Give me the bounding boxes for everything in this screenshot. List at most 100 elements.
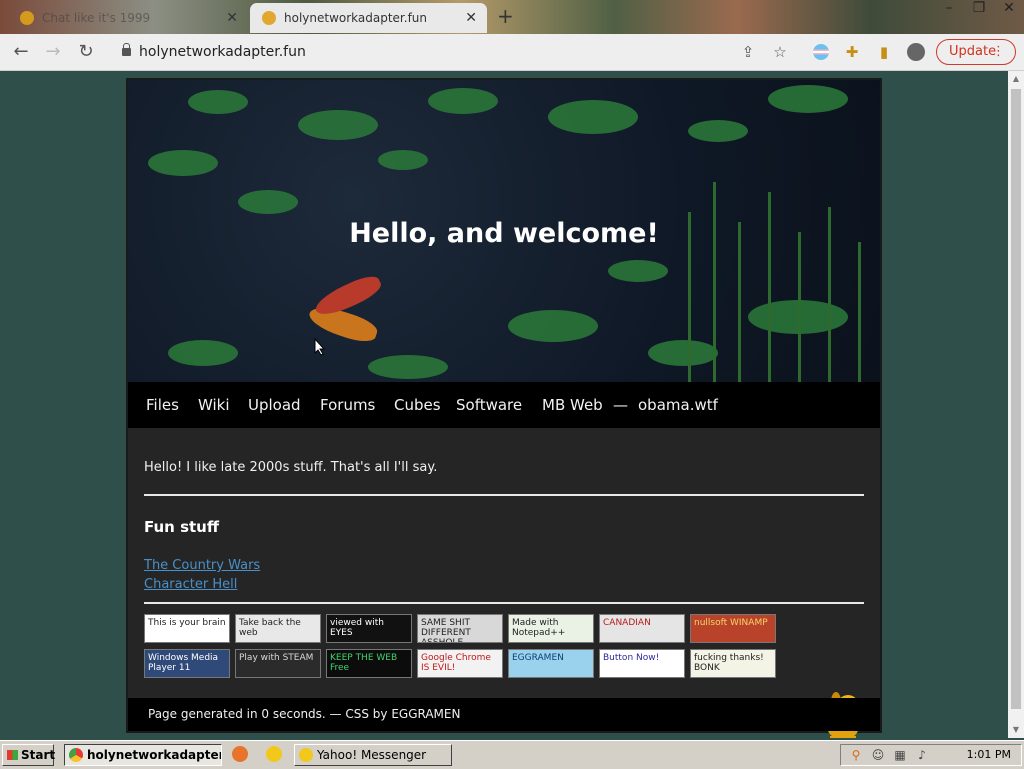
address-bar[interactable]: holynetworkadapter.fun xyxy=(110,39,910,65)
badge-button[interactable]: This is your brain xyxy=(144,614,230,643)
link-character-hell[interactable]: Character Hell xyxy=(144,577,237,592)
tab-title: Chat like it's 1999 xyxy=(42,11,151,25)
main-content: Hello! I like late 2000s stuff. That's a… xyxy=(128,428,880,738)
lily-pad xyxy=(548,100,638,134)
back-arrow-icon[interactable]: ← xyxy=(10,41,32,63)
scroll-up-icon[interactable]: ▲ xyxy=(1008,71,1024,87)
url-text: holynetworkadapter.fun xyxy=(139,44,306,60)
side-panel-icon[interactable]: ▮ xyxy=(874,42,894,62)
bookmark-star-icon[interactable]: ☆ xyxy=(770,42,790,62)
messenger-quicklaunch-icon[interactable] xyxy=(266,746,282,762)
badge-button[interactable]: nullsoft WINAMP xyxy=(690,614,776,643)
reed xyxy=(858,242,861,382)
maximize-icon[interactable]: ❐ xyxy=(964,0,994,18)
nav-forums[interactable]: Forums xyxy=(320,382,375,428)
scroll-down-icon[interactable]: ▼ xyxy=(1008,722,1024,738)
lily-pad xyxy=(508,310,598,342)
profile-flag-icon[interactable] xyxy=(811,42,831,62)
badge-button[interactable]: KEEP THE WEB Free xyxy=(326,649,412,678)
network-icon[interactable]: ▦ xyxy=(893,748,907,762)
close-window-icon[interactable]: ✕ xyxy=(994,0,1024,18)
messenger-tray-icon[interactable]: ☺ xyxy=(871,748,885,762)
nav-software[interactable]: Software xyxy=(456,382,522,428)
badge-button[interactable]: Google Chrome IS EVIL! xyxy=(417,649,503,678)
lily-pad xyxy=(298,110,378,140)
badge-button[interactable]: Play with STEAM xyxy=(235,649,321,678)
lily-pad xyxy=(238,190,298,214)
extensions-icon[interactable]: ✚ xyxy=(842,42,862,62)
taskbar: Start holynetworkadapter.f... Yahoo! Mes… xyxy=(0,740,1024,769)
update-label: Update xyxy=(949,44,997,59)
badge-button[interactable]: Windows Media Player 11 xyxy=(144,649,230,678)
badge-button[interactable]: fucking thanks! BONK xyxy=(690,649,776,678)
intro-text: Hello! I like late 2000s stuff. That's a… xyxy=(144,460,438,475)
firefox-icon[interactable] xyxy=(232,746,248,762)
system-tray: ⚲ ☺ ▦ ♪ 1:01 PM xyxy=(840,744,1022,766)
page-viewport: Hello, and welcome! Files Wiki Upload Fo… xyxy=(0,71,1008,738)
nav-obama-wtf[interactable]: obama.wtf xyxy=(638,382,718,428)
chrome-icon xyxy=(69,748,83,762)
close-tab-icon[interactable]: ✕ xyxy=(465,3,477,33)
browser-tab-bar: Chat like it's 1999 ✕ holynetworkadapter… xyxy=(0,0,1024,34)
lily-pad xyxy=(428,88,498,114)
taskbar-item-browser[interactable]: holynetworkadapter.f... xyxy=(64,744,222,766)
divider xyxy=(144,602,864,604)
window-controls: – ❐ ✕ xyxy=(934,0,1024,18)
badge-button[interactable]: Take back the web xyxy=(235,614,321,643)
site-footer: Page generated in 0 seconds. — CSS by EG… xyxy=(128,698,880,731)
nav-cubes[interactable]: Cubes xyxy=(394,382,441,428)
yahoo-smiley-icon xyxy=(299,748,313,762)
scroll-thumb[interactable] xyxy=(1011,89,1021,709)
page-scrollbar[interactable]: ▲ ▼ xyxy=(1008,71,1024,738)
tab-chat-like-1999[interactable]: Chat like it's 1999 ✕ xyxy=(8,3,248,33)
nav-separator: — xyxy=(613,396,628,414)
start-button[interactable]: Start xyxy=(2,744,56,766)
badge-button[interactable]: viewed with EYES xyxy=(326,614,412,643)
volume-icon[interactable]: ♪ xyxy=(915,748,929,762)
nav-wiki[interactable]: Wiki xyxy=(198,382,230,428)
lily-pad xyxy=(378,150,428,170)
reload-icon[interactable]: ↻ xyxy=(75,41,97,63)
site-container: Hello, and welcome! Files Wiki Upload Fo… xyxy=(126,78,882,738)
lock-icon xyxy=(122,43,131,56)
browser-toolbar: ← → ↻ holynetworkadapter.fun ⇪ ☆ ✚ ▮ Upd… xyxy=(0,34,1024,71)
clock: 1:01 PM xyxy=(966,748,1011,761)
start-label: Start xyxy=(21,748,56,762)
lily-pad xyxy=(148,150,218,176)
search-icon[interactable]: ⚲ xyxy=(849,748,863,762)
share-icon[interactable]: ⇪ xyxy=(738,42,758,62)
minimize-icon[interactable]: – xyxy=(934,0,964,18)
favicon-icon xyxy=(20,11,34,25)
footer-text: Page generated in 0 seconds. — CSS by EG… xyxy=(148,707,461,721)
taskbar-item-yahoo-messenger[interactable]: Yahoo! Messenger xyxy=(294,744,452,766)
mouse-cursor-icon xyxy=(314,338,326,356)
lily-pad xyxy=(688,120,748,142)
lily-pad xyxy=(168,340,238,366)
hero-banner: Hello, and welcome! xyxy=(128,80,880,382)
badge-button[interactable]: SAME SHIT DIFFERENT ASSHOLE xyxy=(417,614,503,643)
lily-pad xyxy=(368,355,448,379)
tab-title: holynetworkadapter.fun xyxy=(284,11,428,25)
lily-pad xyxy=(608,260,668,282)
divider xyxy=(144,494,864,496)
badge-button[interactable]: CANADIAN xyxy=(599,614,685,643)
badge-button[interactable]: EGGRAMEN xyxy=(508,649,594,678)
forward-arrow-icon[interactable]: → xyxy=(42,41,64,63)
update-button[interactable]: Update ⋮ xyxy=(936,39,1016,65)
lily-pad xyxy=(768,85,848,113)
link-country-wars[interactable]: The Country Wars xyxy=(144,558,260,573)
menu-kebab-icon[interactable]: ⋮ xyxy=(992,40,1005,64)
reed xyxy=(713,182,716,382)
badge-button[interactable]: Made with Notepad++ xyxy=(508,614,594,643)
site-nav: Files Wiki Upload Forums Cubes Software … xyxy=(128,382,880,428)
nav-upload[interactable]: Upload xyxy=(248,382,301,428)
badge-button[interactable]: Button Now! xyxy=(599,649,685,678)
favicon-icon xyxy=(262,11,276,25)
nav-mb-web[interactable]: MB Web xyxy=(542,382,603,428)
new-tab-button[interactable]: + xyxy=(497,4,514,28)
account-avatar-icon[interactable] xyxy=(906,42,926,62)
lily-pad xyxy=(188,90,248,114)
nav-files[interactable]: Files xyxy=(146,382,179,428)
tab-holynetworkadapter[interactable]: holynetworkadapter.fun ✕ xyxy=(250,3,487,33)
close-tab-icon[interactable]: ✕ xyxy=(226,3,238,33)
